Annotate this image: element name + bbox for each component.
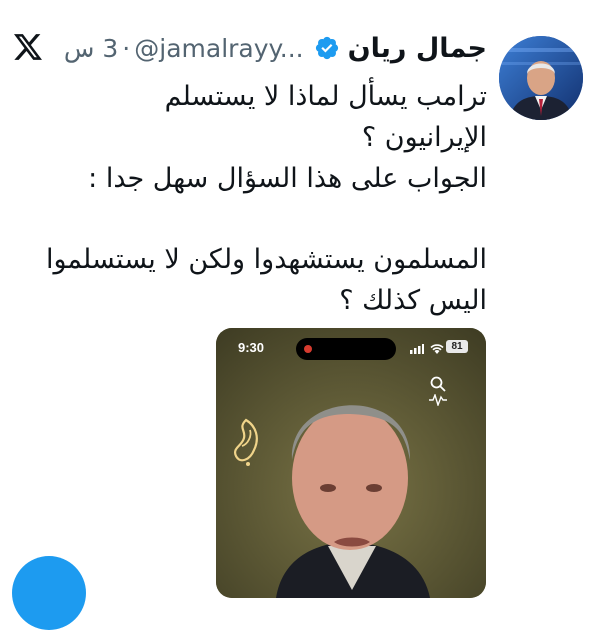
tweet-text-line: ترامب يسأل لماذا لا يستسلم — [164, 81, 487, 112]
tweet-media[interactable]: 9:30 81 — [216, 328, 486, 598]
tweet-text-line: اليس كذلك ؟ — [339, 285, 487, 316]
tweet-time[interactable]: 3 س — [64, 34, 118, 63]
phone-status-bar: 9:30 81 — [216, 328, 486, 368]
verified-badge-icon — [315, 36, 338, 60]
separator-dot: · — [122, 33, 131, 63]
battery-indicator: 81 — [446, 340, 468, 353]
tweet-text-line: الجواب على هذا السؤال سهل جدا : — [88, 163, 487, 194]
author-name[interactable]: جمال ريان — [348, 33, 487, 64]
floating-compose-button[interactable] — [12, 556, 86, 630]
wifi-icon — [430, 344, 444, 354]
audio-wave-icon[interactable] — [429, 394, 447, 406]
avatar[interactable] — [499, 36, 583, 120]
avatar-photo — [499, 36, 583, 120]
tweet-card: 3 س · @jamalrayy... جمال ريان ترامب يسأل… — [0, 0, 595, 630]
al-jazeera-logo — [234, 418, 258, 466]
phone-status-time: 9:30 — [238, 340, 265, 355]
x-logo-icon[interactable] — [14, 34, 42, 60]
tweet-text-line: الإيرانيون ؟ — [361, 122, 487, 153]
tweet-text: ترامب يسأل لماذا لا يستسلم الإيرانيون ؟ … — [17, 76, 487, 321]
author-handle[interactable]: @jamalrayy... — [134, 34, 303, 63]
search-icon[interactable] — [430, 376, 446, 392]
signal-icon — [410, 344, 424, 354]
tweet-text-line: المسلمون يستشهدوا ولكن لا يستسلموا — [45, 244, 487, 275]
tweet-header: 3 س · @jamalrayy... جمال ريان — [64, 30, 487, 66]
